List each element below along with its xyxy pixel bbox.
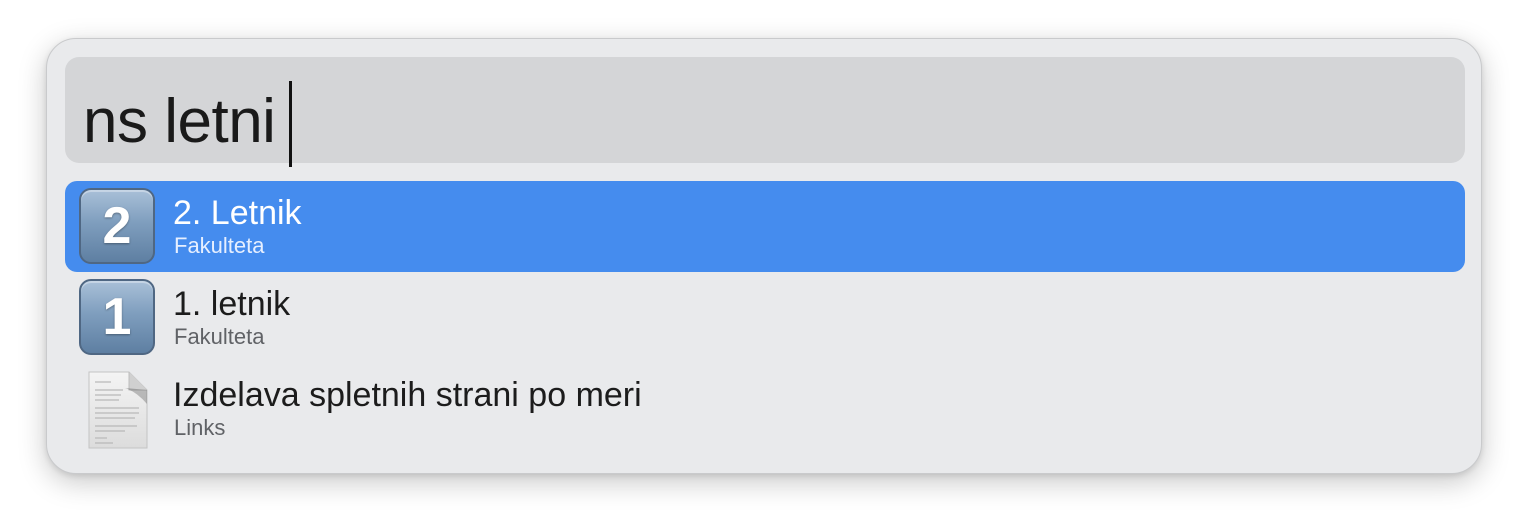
text-caret [289,81,293,167]
result-row-2-letnik[interactable]: 2 2. Letnik Fakulteta [65,181,1465,272]
result-subtitle: Fakulteta [174,233,265,258]
search-input[interactable]: ns letni [83,77,293,167]
result-row-1-letnik[interactable]: 1 1. letnik Fakulteta [65,272,1465,363]
result-subtitle: Links [174,415,226,440]
result-title: Izdelava spletnih strani po meri [173,376,642,414]
number-1-icon: 1 [79,279,157,357]
number-2-icon: 2 [79,188,157,266]
document-icon [79,370,157,449]
result-row-izdelava[interactable]: Izdelava spletnih strani po meri Links [65,363,1465,454]
result-title: 1. letnik [173,285,291,323]
search-query-text: ns letni [83,87,276,156]
results-list: 2 2. Letnik Fakulteta 1 1. letnik Fakult… [65,181,1465,454]
launcher-window: ns letni 2 2. Letnik Fakulteta 1 1. letn… [46,38,1482,474]
search-box[interactable]: ns letni [65,57,1465,167]
result-title: 2. Letnik [173,194,302,232]
result-subtitle: Fakulteta [174,324,265,349]
